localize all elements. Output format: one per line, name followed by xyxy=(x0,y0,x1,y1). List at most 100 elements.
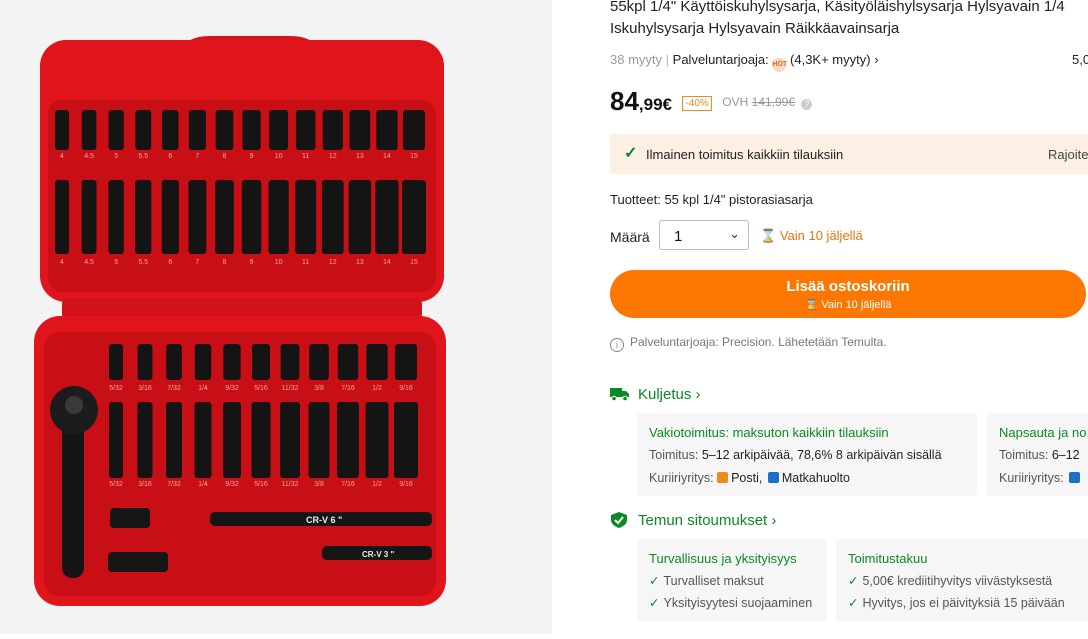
socket xyxy=(137,402,153,478)
socket-size-label: 4.5 xyxy=(84,153,94,160)
add-to-cart-sublabel: ⌛ Vain 10 jäljellä xyxy=(610,298,1086,311)
socket-size-label: 12 xyxy=(329,259,337,266)
free-shipping-banner: ✓ Ilmainen toimitus kaikkiin tilauksiin … xyxy=(610,134,1088,174)
security-item-text: Turvalliset maksut xyxy=(663,574,764,588)
socket-size-label: 11/32 xyxy=(282,481,299,488)
credit-item: ✓ 5,00€ krediitihyvitys viivästyksestä xyxy=(848,573,1052,588)
socket xyxy=(162,110,179,150)
matkahuolto-icon xyxy=(767,472,779,483)
socket-size-label: 11 xyxy=(302,153,309,160)
commitments-heading[interactable]: Temun sitoumukset › xyxy=(610,512,776,529)
socket xyxy=(166,402,182,478)
socket-size-label: 1/4 xyxy=(198,481,208,488)
pickup-courier-row: Kuriiriyritys: xyxy=(999,471,1083,485)
info-icon: i xyxy=(610,338,624,352)
socket-size-label: 8 xyxy=(223,153,227,160)
socket xyxy=(215,110,234,150)
chevron-down-icon: ⌄ xyxy=(729,226,740,241)
product-title: 55kpl 1/4" Käyttöiskuhylsysarja, Käsityö… xyxy=(610,0,1088,40)
socket xyxy=(242,110,261,150)
add-to-cart-label: Lisää ostoskoriin xyxy=(786,278,910,295)
socket-size-label: 5/16 xyxy=(254,385,268,392)
privacy-item: ✓ Yksityisyytesi suojaaminen xyxy=(649,595,812,610)
socket xyxy=(241,180,262,254)
quantity-select[interactable]: 1 ⌄ xyxy=(659,220,749,250)
socket-size-label: 3/16 xyxy=(138,385,152,392)
socket-size-label: 8 xyxy=(223,259,227,266)
socket-size-label: 3/16 xyxy=(138,481,152,488)
socket xyxy=(81,180,97,254)
truck-icon xyxy=(610,388,629,402)
socket-size-label: 13 xyxy=(356,259,364,266)
product-image[interactable]: 4 4.5 5 5.5 6 7 8 9 10 11 12 13 14 15 4 4.5 5 5.5 6 7 8 9 10 1… xyxy=(0,0,552,634)
socket xyxy=(55,110,69,150)
socket xyxy=(365,402,389,478)
rating-value: 5,0 xyxy=(1072,52,1088,67)
extension-6-label: CR-V 6 " xyxy=(306,515,342,525)
price-main: 84 xyxy=(610,86,639,116)
pickup-time-row: Toimitus: 6–12 xyxy=(999,448,1080,462)
socket xyxy=(108,180,124,254)
seller-badge-icon: HOT xyxy=(772,58,787,72)
socket xyxy=(188,180,207,254)
socket xyxy=(322,110,343,150)
privacy-item-text: Yksityisyytesi suojaaminen xyxy=(663,596,813,610)
seller-link[interactable]: Palveluntarjoaja: HOT (4,3K+ myyty) › xyxy=(673,52,879,72)
socket-size-label: 4 xyxy=(60,153,64,160)
discount-badge: -40% xyxy=(682,96,712,111)
standard-delivery-title: Vakiotoimitus: maksuton kaikkiin tilauks… xyxy=(649,425,889,440)
socket-set-case-image: 4 4.5 5 5.5 6 7 8 9 10 11 12 13 14 15 4 4.5 5 5.5 6 7 8 9 10 1… xyxy=(0,0,552,634)
posti-icon xyxy=(717,472,729,483)
socket-size-label: 5/32 xyxy=(109,385,123,392)
socket-size-label: 5/16 xyxy=(254,481,268,488)
socket-size-label: 10 xyxy=(275,259,283,266)
check-icon: ✓ xyxy=(848,574,859,588)
socket-size-label: 14 xyxy=(383,259,391,266)
socket-size-label: 5 xyxy=(114,259,118,266)
add-to-cart-button[interactable]: Lisää ostoskoriin ⌛ Vain 10 jäljellä xyxy=(610,270,1086,318)
socket-size-label: 15 xyxy=(410,259,418,266)
socket xyxy=(376,110,398,150)
socket xyxy=(348,180,372,254)
product-info-panel: 55kpl 1/4" Käyttöiskuhylsysarja, Käsityö… xyxy=(610,0,1088,634)
delivery-heading[interactable]: Kuljetus › xyxy=(610,386,701,403)
socket xyxy=(135,180,152,254)
chevron-right-icon: › xyxy=(771,512,777,529)
security-privacy-title: Turvallisuus ja yksityisyys xyxy=(649,551,797,566)
product-title-line-2: Iskuhylsysarja Hylsyavain Räikkäavainsar… xyxy=(610,20,900,37)
socket xyxy=(349,110,371,150)
socket xyxy=(55,180,69,254)
courier-row: Kuriiriyritys: Posti, Matkahuolto xyxy=(649,471,850,485)
socket xyxy=(188,110,206,150)
socket-size-label: 7/16 xyxy=(341,385,355,392)
socket-size-label: 10 xyxy=(275,153,283,160)
socket xyxy=(161,180,179,254)
socket-size-label: 9/32 xyxy=(225,385,239,392)
socket xyxy=(215,180,234,254)
socket xyxy=(137,344,153,380)
delivery-time-value: 5–12 arkipäivää, 78,6% 8 arkipäivän sisä… xyxy=(701,448,942,462)
price-cents: ,99€ xyxy=(638,95,673,114)
pickup-delivery-card[interactable]: Napsauta ja no Toimitus: 6–12 Kuriiriyri… xyxy=(987,413,1088,496)
socket xyxy=(366,344,388,380)
security-item: ✓ Turvalliset maksut xyxy=(649,573,764,588)
product-meta: 38 myyty | Palveluntarjoaja: HOT (4,3K+ … xyxy=(610,52,1088,72)
info-icon[interactable]: ? xyxy=(801,99,813,110)
socket xyxy=(402,180,426,254)
socket-size-label: 9/16 xyxy=(399,481,413,488)
product-title-line-1: 55kpl 1/4" Käyttöiskuhylsysarja, Käsityö… xyxy=(610,0,1065,15)
socket xyxy=(166,344,182,380)
delivery-guarantee-card[interactable]: Toimitustakuu ✓ 5,00€ krediitihyvitys vii… xyxy=(836,539,1088,622)
socket xyxy=(394,402,418,478)
shield-check-icon xyxy=(611,512,627,528)
socket-size-label: 6 xyxy=(168,153,172,160)
standard-delivery-card[interactable]: Vakiotoimitus: maksuton kaikkiin tilauks… xyxy=(637,413,977,496)
refund-item-text: Hyvitys, jos ei päivityksiä 15 päivään xyxy=(862,596,1065,610)
socket-size-label: 7 xyxy=(195,259,199,266)
refund-item: ✓ Hyvitys, jos ei päivityksiä 15 päivään xyxy=(848,595,1065,610)
socket-size-label: 13 xyxy=(356,153,364,160)
security-privacy-card[interactable]: Turvallisuus ja yksityisyys ✓ Turvalliset… xyxy=(637,539,827,622)
chevron-right-icon: › xyxy=(874,52,879,67)
add-to-cart-stock: Vain 10 jäljellä xyxy=(821,299,892,311)
socket xyxy=(251,402,271,478)
